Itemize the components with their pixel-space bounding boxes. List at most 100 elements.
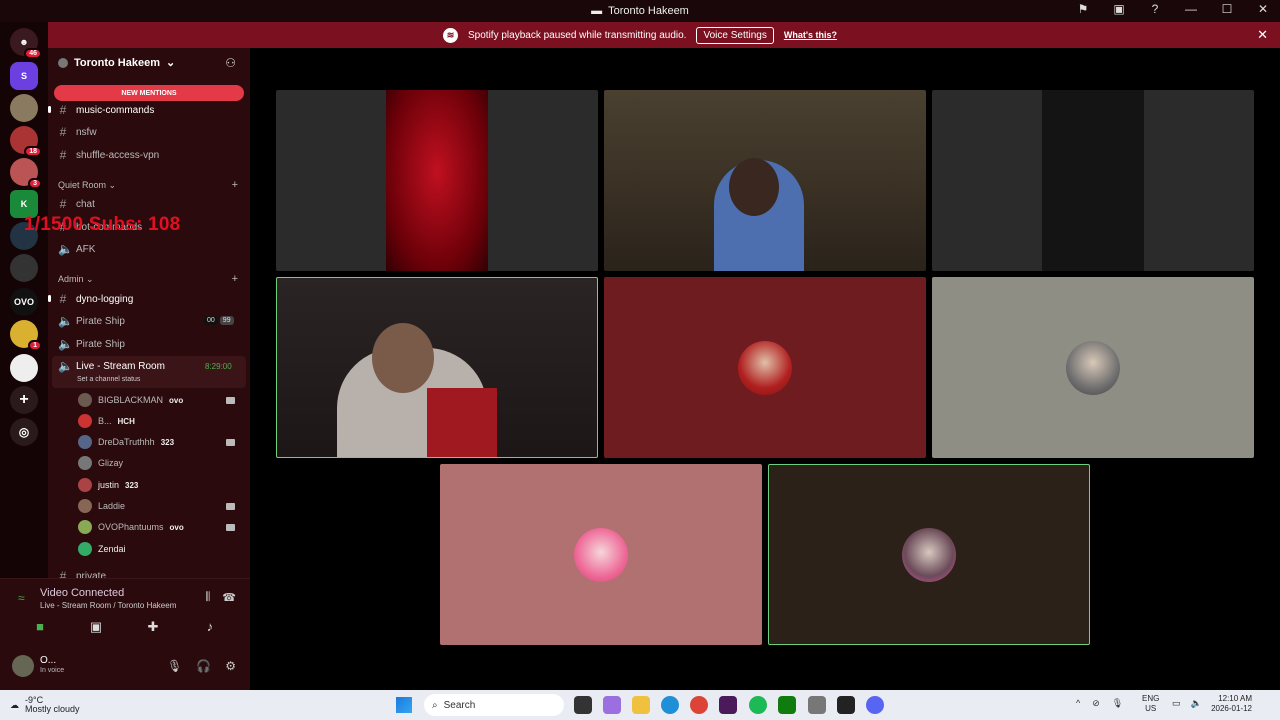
voice-timer: 8:29:00 [205,362,232,371]
user-limit: 99 [219,316,234,325]
language-indicator[interactable]: ENG US [1142,694,1159,714]
add-channel-icon[interactable]: + [232,179,238,191]
add-member-icon[interactable]: ⚇ [225,56,236,70]
channel-afk[interactable]: 🔈 AFK [58,241,95,257]
add-server-icon[interactable]: + [10,386,38,414]
obs-icon[interactable] [837,696,855,714]
microphone-icon[interactable]: 🎙 [167,659,182,673]
channel-label: chat [76,198,95,210]
xbox-icon[interactable] [778,696,796,714]
video-tile[interactable] [932,90,1254,271]
start-button[interactable] [396,697,412,713]
network-icon[interactable]: ⊘ [1092,698,1100,709]
add-channel-icon[interactable]: + [232,273,238,285]
voice-connected-subtitle[interactable]: Live - Stream Room / Toronto Hakeem [40,601,176,610]
server-icon-purple[interactable]: S [10,62,38,90]
voice-user[interactable]: B... HCH [78,413,135,429]
screen-share-button[interactable]: ▣ [68,619,124,634]
chrome-icon[interactable] [690,696,708,714]
server-icon-cartoon[interactable]: 3 [10,158,42,189]
server-icon-yellow[interactable]: 1 [10,320,42,351]
next-app-icon[interactable] [719,696,737,714]
title-bar: ▬ Toronto Hakeem ⚑ ▣ ? — ☐ ✕ [0,0,1280,22]
signal-icon[interactable]: ≈ [18,591,25,605]
close-icon[interactable]: ✕ [1257,27,1268,43]
server-header[interactable]: Toronto Hakeem ⌄ [58,56,175,69]
direct-messages-icon[interactable]: ☻ 46 [10,28,42,59]
file-explorer-icon[interactable] [632,696,650,714]
audio-tile[interactable] [440,464,762,645]
server-icon-white[interactable] [10,354,38,382]
copilot-icon[interactable] [603,696,621,714]
headphones-icon[interactable]: 🎧 [196,659,211,673]
voice-user[interactable]: DreDaTruthhh 323 [78,434,235,450]
server-icon-photo[interactable] [10,94,38,122]
minimize-button[interactable]: — [1182,2,1200,16]
quick-settings[interactable]: ▭ 🔈 [1172,698,1202,709]
channel-dyno-logging[interactable]: # dyno-logging [58,291,134,307]
discover-icon[interactable]: ◎ [10,418,38,446]
voice-user[interactable]: Laddie [78,498,235,514]
server-icon-avatar[interactable]: 18 [10,126,42,157]
audio-tile[interactable] [932,277,1254,458]
noise-suppression-icon[interactable]: ⫼ [205,591,210,604]
flag-icon[interactable]: ⚑ [1074,2,1092,16]
channel-pirate-ship-2[interactable]: 🔈 Pirate Ship [58,336,125,352]
channel-live-stream-room[interactable]: 🔈 Live - Stream Room [58,358,165,374]
whats-this-link[interactable]: What's this? [784,30,837,40]
channel-status-prompt[interactable]: Set a channel status [77,376,140,383]
video-tile[interactable] [276,90,598,271]
voice-user[interactable]: Glizay [78,455,123,471]
voice-user[interactable]: BIGBLACKMAN ovo [78,392,235,408]
audio-tile[interactable] [604,277,926,458]
voice-user[interactable]: justin 323 [78,477,138,493]
voice-settings-button[interactable]: Voice Settings [696,26,774,44]
video-tile[interactable] [604,90,926,271]
discord-taskbar-icon[interactable] [866,696,884,714]
close-window-button[interactable]: ✕ [1254,2,1272,16]
channel-private[interactable]: # private [58,568,106,578]
task-view-icon[interactable] [574,696,592,714]
disconnect-icon[interactable]: ☎ [222,591,236,604]
channel-chat[interactable]: # chat [58,196,95,212]
microphone-tray-icon[interactable]: 🎙 [1112,698,1123,709]
voice-user[interactable]: OVOPhantuums ovo [78,519,235,535]
server-badge-3: 3 [28,178,42,189]
audio-tile-speaking[interactable] [768,464,1090,645]
channel-music-commands[interactable]: # music-commands [58,102,155,118]
settings-icon[interactable] [808,696,826,714]
weather-widget[interactable]: ☁ -9°C Mostly cloudy [10,696,80,714]
spotify-taskbar-icon[interactable] [749,696,767,714]
search-box[interactable]: ⌕ Search [424,694,564,716]
video-tile-speaking[interactable] [276,277,598,458]
server-icon-ovo[interactable]: OVO [10,288,38,316]
voice-user[interactable]: Zendai [78,541,126,557]
help-icon[interactable]: ? [1146,2,1164,16]
user-name: Glizay [98,458,124,468]
category-admin[interactable]: Admin ⌄ [58,274,94,285]
avatar[interactable] [12,655,34,677]
new-mentions-pill[interactable]: NEW MENTIONS [54,85,244,101]
weather-condition: Mostly cloudy [25,704,80,714]
inbox-icon[interactable]: ▣ [1110,2,1128,16]
edge-icon[interactable] [661,696,679,714]
hash-icon: # [59,569,67,578]
camera-icon [226,523,235,531]
server-icon-gray[interactable] [10,254,38,282]
avatar [902,527,956,582]
server-badge-18: 18 [24,146,42,157]
user-tag: 323 [160,437,175,447]
channel-nsfw[interactable]: # nsfw [58,124,97,140]
category-quiet-room[interactable]: Quiet Room ⌄ [58,180,116,191]
gear-icon[interactable]: ⚙ [225,659,236,673]
channel-shuffle-access-vpn[interactable]: # shuffle-access-vpn [58,147,160,163]
user-name: Zendai [98,544,126,554]
clock[interactable]: 12:10 AM 2026-01-12 [1206,694,1252,714]
maximize-button[interactable]: ☐ [1218,2,1236,16]
channel-pirate-ship-1[interactable]: 🔈 Pirate Ship [58,313,125,329]
soundboard-button[interactable]: ♪ [182,619,238,634]
camera-button[interactable]: ■ [12,619,68,634]
chevron-up-icon[interactable]: ^ [1076,698,1080,709]
spotify-icon: ≋ [443,27,458,43]
activities-button[interactable]: ✚ [125,619,181,634]
